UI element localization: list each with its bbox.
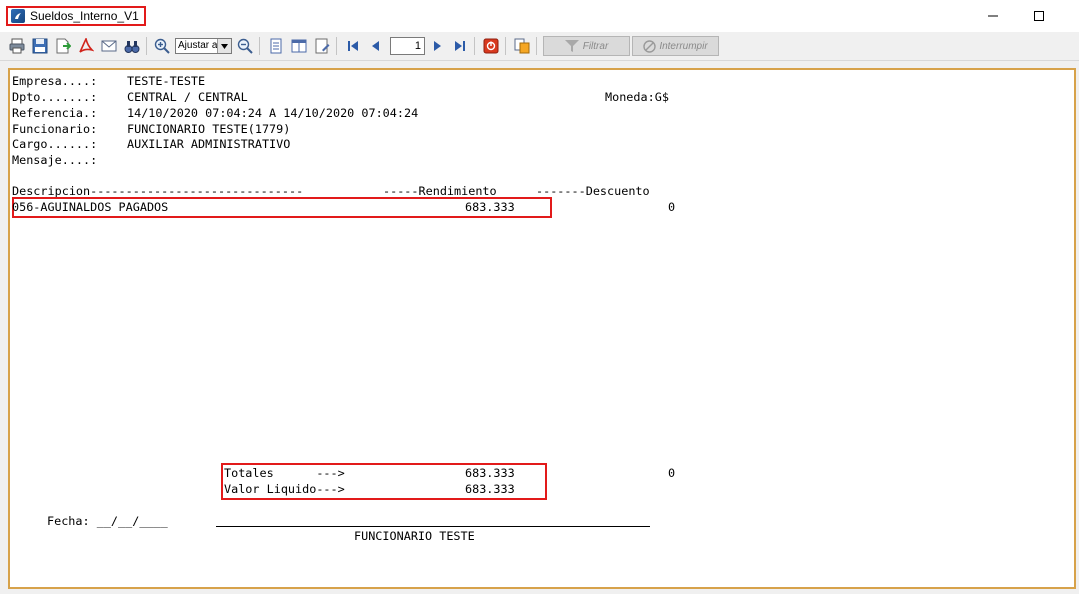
funcionario-value: FUNCIONARIO TESTE(1779) [127,122,291,136]
binoculars-icon [124,41,140,53]
zoom-out-icon [237,38,253,54]
fecha-line: Fecha: __/__/____ [47,514,168,528]
two-page-button[interactable] [290,37,308,55]
toolbar-separator [536,37,537,55]
single-page-icon [270,38,282,54]
copy-button[interactable] [513,37,531,55]
referencia-label: Referencia.: [12,106,98,120]
zoom-select[interactable]: Ajustar a [175,38,232,54]
floppy-disk-icon [32,38,48,54]
mensaje-label: Mensaje....: [12,153,98,167]
empresa-label: Empresa....: [12,74,98,88]
title-bar: Sueldos_Interno_V1 [0,0,1079,32]
find-button[interactable] [123,37,141,55]
cargo-value: AUXILIAR ADMINISTRATIVO [127,137,291,151]
report-toolbar: Ajustar a 1 Filtrar Interrumpir [0,32,1079,61]
totales-rendimiento: 683.333 [465,466,515,480]
last-page-button[interactable] [451,37,469,55]
row-descuento: 0 [668,200,676,214]
dpto-value: CENTRAL / CENTRAL [127,90,248,104]
page-setup-button[interactable] [313,37,331,55]
moneda: Moneda:G$ [605,90,669,104]
zoom-select-value: Ajustar a [178,40,218,51]
interrupt-icon [643,39,657,53]
row-rendimiento: 683.333 [465,200,515,214]
report-page: Empresa....: TESTE-TESTE Dpto.......: CE… [8,68,1076,589]
toolbar-separator [505,37,506,55]
two-page-icon [291,39,307,53]
minimize-button[interactable] [970,0,1016,32]
envelope-icon [101,40,117,52]
referencia-value: 14/10/2020 07:04:24 A 14/10/2020 07:04:2… [127,106,419,120]
export-document-icon [56,38,71,54]
previous-page-button[interactable] [367,37,385,55]
single-page-button[interactable] [267,37,285,55]
window-title-box: Sueldos_Interno_V1 [6,6,146,26]
chevron-down-icon[interactable] [217,39,231,53]
page-setup-icon [315,38,330,54]
funcionario-label: Funcionario: [12,122,98,136]
stop-button[interactable] [482,37,500,55]
maximize-button[interactable] [1016,0,1062,32]
previous-page-icon [372,41,379,51]
first-page-icon [348,41,358,51]
minimize-icon [988,15,998,17]
save-button[interactable] [31,37,49,55]
printer-icon [9,38,25,54]
filter-button[interactable]: Filtrar [543,36,630,56]
signature-name: FUNCIONARIO TESTE [354,529,475,543]
toolbar-separator [336,37,337,55]
maximize-icon [1034,11,1044,21]
stop-icon [483,38,499,54]
cargo-label: Cargo......: [12,137,98,151]
column-descuento: -------Descuento [536,184,650,198]
export-button[interactable] [54,37,72,55]
funnel-icon [564,40,579,52]
next-page-icon [434,41,441,51]
filter-button-label: Filtrar [582,40,609,52]
signature-line [216,526,650,527]
empresa-value: TESTE-TESTE [127,74,206,88]
dpto-label: Dpto.......: [12,90,98,104]
zoom-out-button[interactable] [236,37,254,55]
last-page-icon [455,41,465,51]
email-button[interactable] [100,37,118,55]
liquido-label: Valor Liquido---> [224,482,345,496]
pdf-icon [79,38,94,53]
zoom-in-icon [154,38,170,54]
page-number-input[interactable]: 1 [390,37,425,55]
interrupt-button-label: Interrumpir [659,40,708,52]
toolbar-separator [146,37,147,55]
row-descripcion: 056-AGUINALDOS PAGADOS [12,200,169,214]
liquido-rendimiento: 683.333 [465,482,515,496]
first-page-button[interactable] [344,37,362,55]
app-icon [11,9,25,23]
toolbar-separator [259,37,260,55]
report-viewer: Empresa....: TESTE-TESTE Dpto.......: CE… [0,61,1079,594]
print-button[interactable] [8,37,26,55]
totales-label: Totales ---> [224,466,345,480]
next-page-button[interactable] [428,37,446,55]
pdf-button[interactable] [77,37,95,55]
toolbar-separator [474,37,475,55]
zoom-in-button[interactable] [153,37,171,55]
interrupt-button[interactable]: Interrumpir [632,36,719,56]
window-title: Sueldos_Interno_V1 [30,9,139,23]
copy-pages-icon [514,38,530,54]
totales-descuento: 0 [668,466,676,480]
